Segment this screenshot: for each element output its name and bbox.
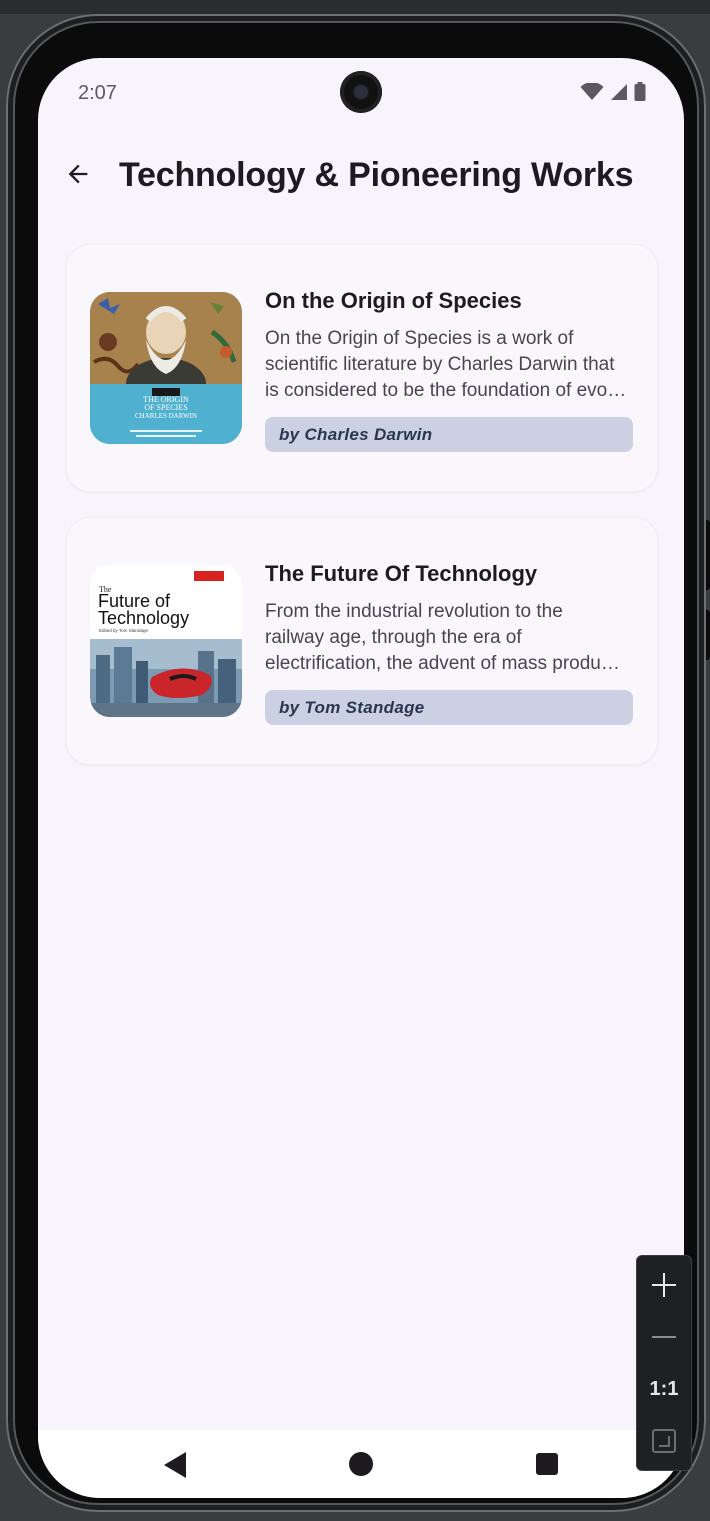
nav-recents-icon[interactable]	[536, 1453, 558, 1475]
author-label: by Tom Standage	[279, 698, 425, 717]
book-description-line: electrification, the advent of mass prod…	[265, 653, 620, 674]
cover-edited: Edited by Tom Standage	[99, 628, 148, 633]
arrow-back-icon	[68, 164, 88, 184]
wifi-icon	[580, 82, 604, 100]
system-nav-bar	[38, 1430, 684, 1498]
book-card[interactable]: THE ORIGIN OF SPECIES CHARLES DARWIN On …	[66, 244, 658, 492]
author-chip: by Tom Standage	[265, 690, 633, 725]
zoom-controls: 1:1	[636, 1255, 692, 1471]
fit-screen-button[interactable]	[637, 1416, 691, 1466]
emulator-top-strip	[0, 0, 710, 14]
book-description-line: railway age, through the era of	[265, 627, 522, 648]
author-label: by Charles Darwin	[279, 425, 433, 444]
status-time: 2:07	[78, 82, 117, 104]
fit-screen-icon	[652, 1429, 676, 1453]
author-chip: by Charles Darwin	[265, 417, 633, 452]
zoom-out-icon	[652, 1336, 676, 1338]
status-bar: 2:07	[38, 58, 684, 130]
zoom-reset-label: 1:1	[649, 1377, 679, 1400]
cover-author: CHARLES DARWIN	[135, 412, 197, 420]
book-description-line: is considered to be the foundation of ev…	[265, 380, 627, 401]
top-app-bar: Technology & Pioneering Works	[38, 146, 684, 206]
back-button[interactable]	[58, 154, 98, 194]
app-screen: 2:07 Technology & Pioneering Works THE O…	[38, 58, 684, 1498]
book-cover-origin-of-species: THE ORIGIN OF SPECIES CHARLES DARWIN	[90, 292, 242, 444]
cover-title-line-2: Technology	[98, 608, 189, 628]
phone-frame: 2:07 Technology & Pioneering Works THE O…	[6, 14, 706, 1512]
book-description-line: On the Origin of Species is a work of	[265, 328, 574, 349]
zoom-out-button[interactable]	[637, 1312, 691, 1362]
cover-title-line-2: OF SPECIES	[144, 403, 187, 412]
book-description: From the industrial revolution to the ra…	[265, 599, 635, 677]
front-camera	[340, 71, 382, 113]
book-description: On the Origin of Species is a work of sc…	[265, 326, 635, 404]
zoom-reset-button[interactable]: 1:1	[637, 1364, 691, 1414]
book-title: The Future Of Technology	[265, 561, 538, 586]
status-icons	[580, 82, 646, 101]
zoom-in-icon	[652, 1273, 676, 1297]
page-title: Technology & Pioneering Works	[119, 156, 634, 194]
book-cover-future-of-technology: The Future of Technology Edited by Tom S…	[90, 565, 242, 717]
nav-home-icon[interactable]	[349, 1452, 373, 1476]
nav-back-icon[interactable]	[164, 1452, 186, 1478]
zoom-in-button[interactable]	[637, 1260, 691, 1310]
book-title: On the Origin of Species	[265, 288, 522, 313]
book-card[interactable]: The Future of Technology Edited by Tom S…	[66, 517, 658, 765]
book-description-line: scientific literature by Charles Darwin …	[265, 354, 615, 375]
battery-icon	[634, 82, 646, 101]
signal-icon	[611, 83, 627, 100]
book-description-line: From the industrial revolution to the	[265, 601, 563, 622]
